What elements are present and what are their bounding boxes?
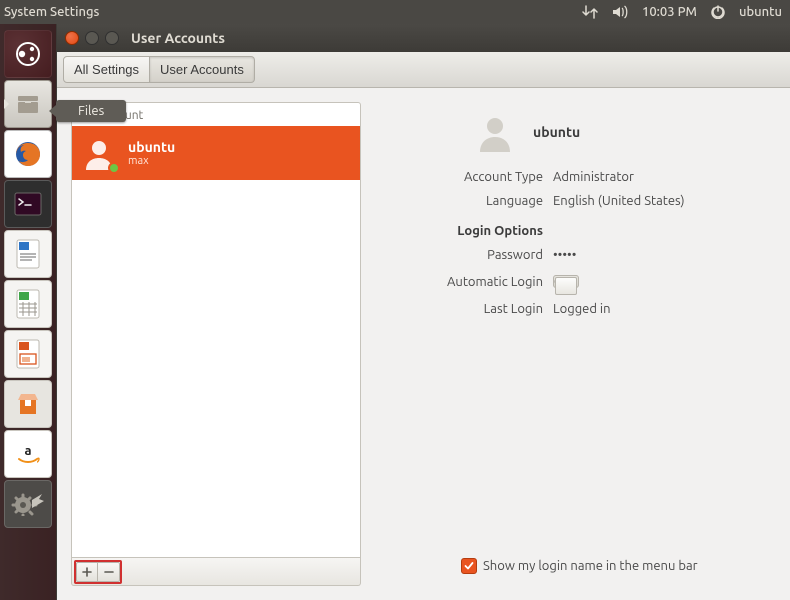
system-tray: 10:03 PM ubuntu — [582, 5, 782, 19]
label-account-type: Account Type — [385, 170, 543, 184]
unity-launcher: a — [0, 24, 56, 600]
value-password[interactable]: ••••• — [553, 248, 576, 262]
status-online-icon — [108, 162, 120, 174]
launcher-terminal[interactable] — [4, 180, 52, 228]
detail-header: ubuntu — [475, 112, 766, 152]
value-language[interactable]: English (United States) — [553, 194, 685, 208]
menubar-user[interactable]: ubuntu — [739, 5, 782, 19]
launcher-software[interactable] — [4, 380, 52, 428]
plus-icon — [82, 567, 92, 577]
accounts-list-footer — [71, 558, 361, 586]
launcher-calc[interactable] — [4, 280, 52, 328]
account-row[interactable]: ubuntu max — [72, 126, 360, 180]
menubar-title: System Settings — [4, 5, 99, 19]
show-login-in-menubar[interactable]: Show my login name in the menu bar — [461, 558, 698, 574]
show-login-label: Show my login name in the menu bar — [483, 559, 698, 573]
launcher-firefox[interactable] — [4, 130, 52, 178]
nav-all-settings[interactable]: All Settings — [63, 56, 150, 83]
accounts-list: My Account ubuntu max — [71, 102, 361, 558]
label-autologin: Automatic Login — [385, 275, 543, 289]
window-title: User Accounts — [131, 30, 225, 46]
value-last-login[interactable]: Logged in — [553, 302, 611, 316]
svg-text:a: a — [24, 444, 31, 458]
detail-name[interactable]: ubuntu — [533, 124, 580, 140]
add-account-button[interactable] — [76, 562, 98, 582]
accounts-sidebar: My Account ubuntu max — [57, 88, 375, 600]
avatar-icon — [80, 134, 118, 172]
sound-icon[interactable] — [612, 5, 628, 19]
launcher-tooltip: Files — [56, 100, 126, 122]
account-row-name: ubuntu — [128, 139, 175, 155]
clock[interactable]: 10:03 PM — [642, 5, 697, 19]
account-detail: ubuntu Account Type Administrator Langua… — [375, 88, 790, 600]
launcher-system-settings[interactable] — [4, 480, 52, 528]
remove-account-button[interactable] — [98, 562, 120, 582]
network-icon[interactable] — [582, 5, 598, 19]
window-body: My Account ubuntu max — [57, 88, 790, 600]
top-menubar: System Settings 10:03 PM ubuntu — [0, 0, 790, 24]
launcher-amazon[interactable]: a — [4, 430, 52, 478]
launcher-indicator-icon — [4, 99, 9, 109]
login-options-header: Login Options — [385, 224, 543, 238]
window-titlebar[interactable]: User Accounts — [57, 24, 790, 52]
add-remove-group — [74, 560, 122, 584]
settings-window: User Accounts All Settings User Accounts… — [56, 24, 790, 600]
launcher-writer[interactable] — [4, 230, 52, 278]
toggle-knob-icon — [555, 277, 577, 295]
launcher-dash[interactable] — [4, 30, 52, 78]
session-icon[interactable] — [711, 5, 725, 19]
nav-current-panel[interactable]: User Accounts — [150, 56, 255, 83]
tooltip-text: Files — [78, 104, 104, 118]
autologin-toggle[interactable]: OFF — [553, 272, 579, 292]
window-close-button[interactable] — [65, 31, 79, 45]
window-toolbar: All Settings User Accounts — [57, 52, 790, 88]
label-password: Password — [385, 248, 543, 262]
launcher-files[interactable] — [4, 80, 52, 128]
launcher-impress[interactable] — [4, 330, 52, 378]
minus-icon — [104, 567, 114, 577]
window-minimize-button[interactable] — [85, 31, 99, 45]
window-maximize-button[interactable] — [105, 31, 119, 45]
avatar-large-icon[interactable] — [475, 112, 515, 152]
value-account-type[interactable]: Administrator — [553, 170, 634, 184]
account-row-sub: max — [128, 155, 175, 167]
checkbox-icon[interactable] — [461, 558, 477, 574]
label-last-login: Last Login — [385, 302, 543, 316]
label-language: Language — [385, 194, 543, 208]
